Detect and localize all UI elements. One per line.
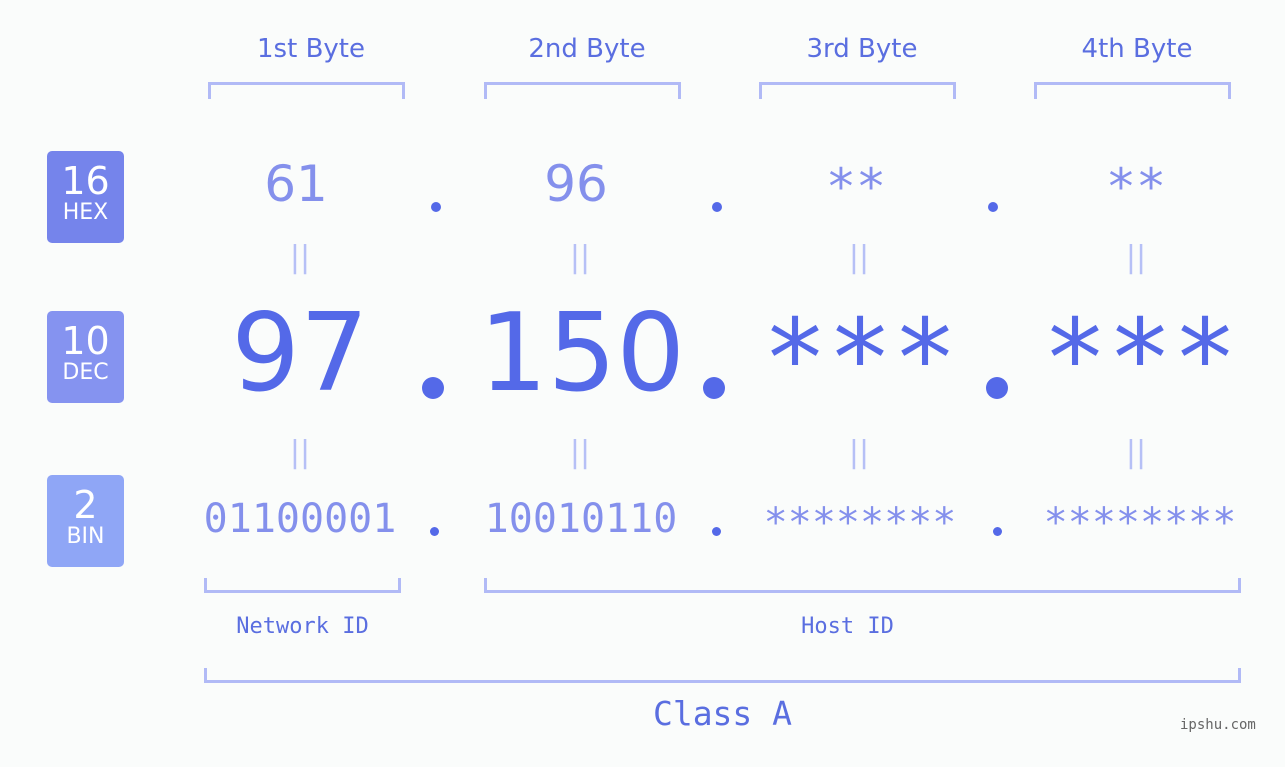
bin-badge-label: BIN	[66, 524, 105, 549]
hex-separator-3	[988, 202, 998, 212]
equals-icon: ||	[848, 435, 870, 470]
equals-icon: ||	[1125, 240, 1147, 275]
dec-byte-1: 97	[231, 291, 369, 416]
hex-byte-3: **	[825, 158, 887, 216]
dec-byte-3: ***	[762, 297, 958, 422]
network-id-label: Network ID	[236, 614, 369, 639]
byte-header-2: 2nd Byte	[528, 34, 646, 64]
equals-icon: ||	[289, 435, 311, 470]
hex-badge-number: 16	[61, 159, 110, 203]
equals-icon: ||	[569, 240, 591, 275]
byte-bracket-3	[759, 82, 956, 99]
bin-separator-3	[993, 527, 1002, 536]
byte-bracket-4	[1034, 82, 1231, 99]
hex-byte-2: 96	[544, 155, 608, 213]
bin-byte-2: 10010110	[484, 496, 678, 542]
hex-badge-label: HEX	[62, 200, 109, 225]
byte-header-3: 3rd Byte	[806, 34, 918, 64]
bin-separator-2	[712, 527, 721, 536]
dec-separator-1	[422, 377, 444, 399]
byte-header-4: 4th Byte	[1081, 34, 1193, 64]
dec-separator-2	[703, 377, 725, 399]
dec-separator-3	[986, 377, 1008, 399]
bin-byte-3: ********	[763, 500, 957, 546]
hex-separator-1	[431, 202, 441, 212]
dec-badge-label: DEC	[62, 360, 109, 385]
byte-header-1: 1st Byte	[257, 34, 365, 64]
equals-icon: ||	[569, 435, 591, 470]
bin-badge: 2 BIN	[47, 475, 124, 567]
bin-byte-4: ********	[1043, 500, 1237, 546]
hex-byte-1: 61	[264, 155, 328, 213]
hex-separator-2	[712, 202, 722, 212]
bin-badge-number: 2	[73, 483, 98, 527]
equals-icon: ||	[289, 240, 311, 275]
bin-byte-1: 01100001	[203, 496, 397, 542]
hex-byte-4: **	[1105, 158, 1167, 216]
host-id-bracket	[484, 578, 1241, 593]
byte-bracket-2	[484, 82, 681, 99]
class-bracket	[204, 668, 1241, 683]
dec-badge-number: 10	[61, 319, 110, 363]
equals-icon: ||	[1125, 435, 1147, 470]
byte-bracket-1	[208, 82, 405, 99]
dec-byte-2: 150	[478, 291, 686, 416]
watermark: ipshu.com	[1180, 717, 1256, 733]
dec-badge: 10 DEC	[47, 311, 124, 403]
host-id-label: Host ID	[801, 614, 894, 639]
equals-icon: ||	[848, 240, 870, 275]
class-label: Class A	[652, 694, 793, 733]
network-id-bracket	[204, 578, 401, 593]
bin-separator-1	[430, 527, 439, 536]
hex-badge: 16 HEX	[47, 151, 124, 243]
dec-byte-4: ***	[1042, 297, 1238, 422]
